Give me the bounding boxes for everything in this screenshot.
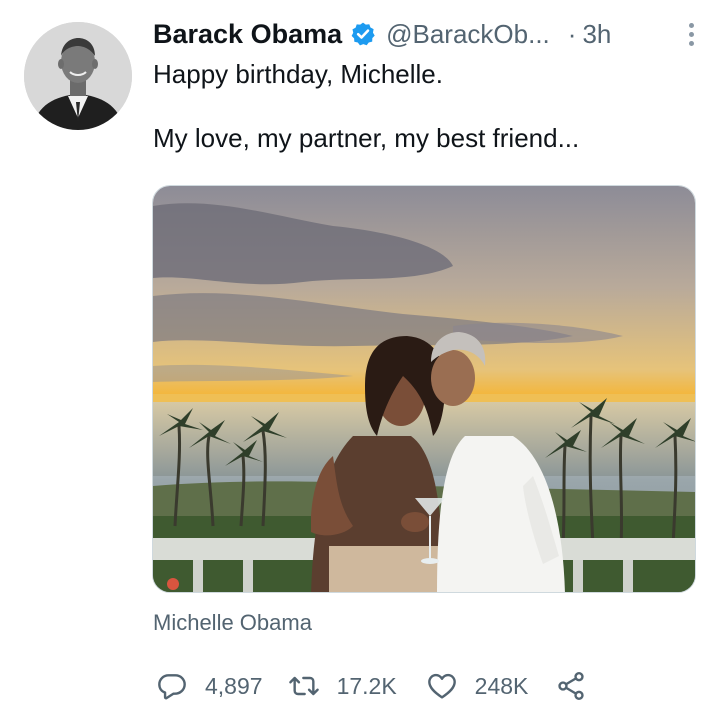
retweet-count: 17.2K xyxy=(336,672,397,699)
reply-button[interactable]: 4,897 xyxy=(155,669,263,703)
sunset-photo xyxy=(153,186,695,592)
share-button[interactable] xyxy=(554,669,588,703)
tweet-actions: 4,897 17.2K 248K xyxy=(155,666,588,706)
like-button[interactable]: 248K xyxy=(425,669,529,703)
author-name[interactable]: Barack Obama xyxy=(153,19,342,50)
tweet-text: Happy birthday, Michelle. My love, my pa… xyxy=(153,58,698,154)
retweet-button[interactable]: 17.2K xyxy=(287,669,397,703)
reply-count: 4,897 xyxy=(205,672,263,699)
avatar-image xyxy=(24,22,132,130)
tweet-text-line: Happy birthday, Michelle. xyxy=(153,59,443,89)
like-count: 248K xyxy=(474,672,529,699)
tagged-user[interactable]: Michelle Obama xyxy=(153,610,312,636)
reply-icon xyxy=(155,669,189,703)
verified-badge-icon xyxy=(350,21,376,47)
tweet-timestamp[interactable]: 3h xyxy=(582,19,611,50)
share-icon xyxy=(554,669,588,703)
separator-dot: · xyxy=(567,18,577,49)
author-avatar[interactable] xyxy=(24,22,132,130)
tweet-photo[interactable] xyxy=(152,185,696,593)
like-icon xyxy=(425,669,459,703)
author-handle[interactable]: @BarackOb... xyxy=(386,19,550,50)
retweet-icon xyxy=(287,669,321,703)
tweet-text-line: My love, my partner, my best friend... xyxy=(153,123,580,153)
more-options-icon[interactable] xyxy=(684,20,698,48)
tweet-header: Barack Obama @BarackOb... · 3h xyxy=(153,14,698,54)
